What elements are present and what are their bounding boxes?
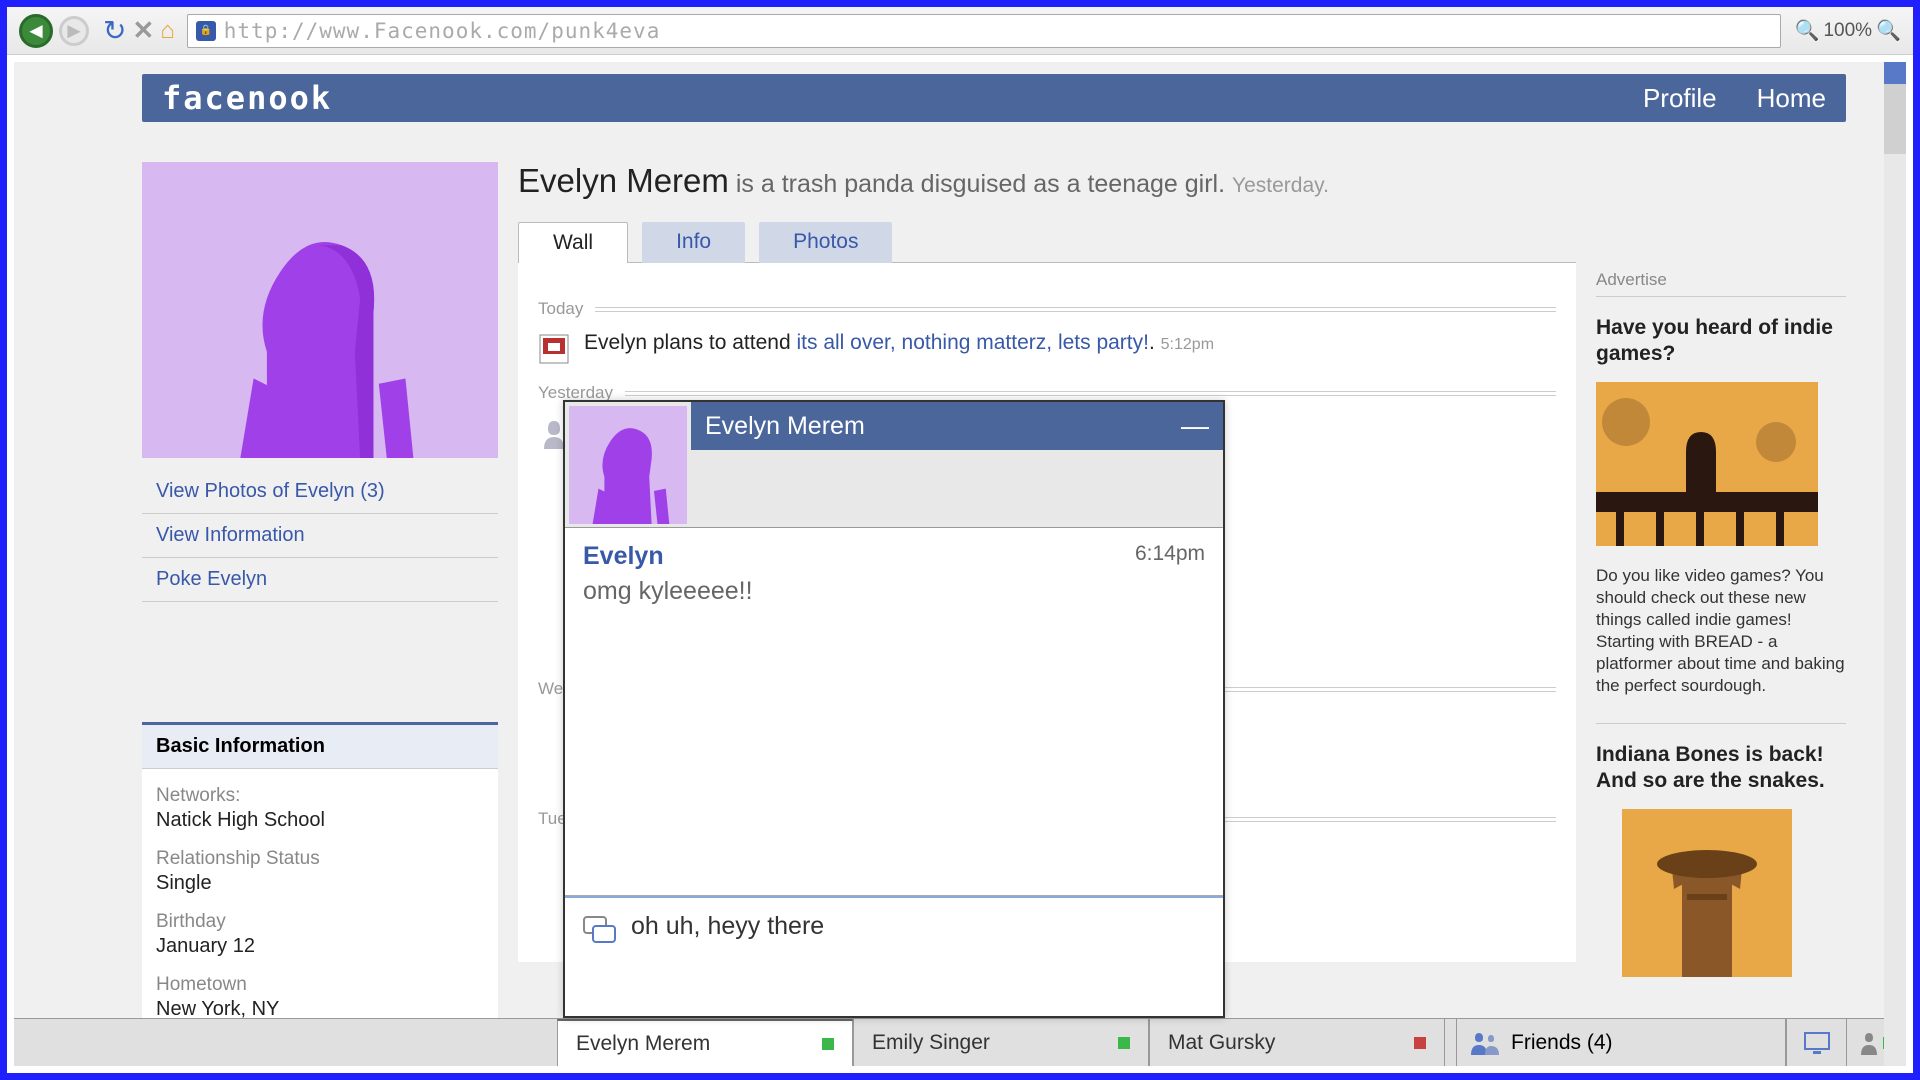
stop-button[interactable]: ✕ xyxy=(132,15,154,46)
profile-tabs: Wall Info Photos xyxy=(518,222,1576,263)
profile-avatar[interactable] xyxy=(142,162,498,458)
wall-post: Evelyn plans to attend its all over, not… xyxy=(538,331,1556,365)
left-column: View Photos of Evelyn (3) View Informati… xyxy=(142,122,498,1018)
chat-window: Evelyn Merem — Evelyn 6:14pm omg kyleeee… xyxy=(563,400,1225,1018)
day-separator-today: Today xyxy=(538,299,1556,319)
post-text: Evelyn plans to attend its all over, not… xyxy=(584,331,1214,355)
zoom-level: 100% xyxy=(1823,20,1872,42)
reload-button[interactable]: ↻ xyxy=(103,14,126,47)
networks-value: Natick High School xyxy=(156,809,484,832)
ad-block[interactable]: Indiana Bones is back! And so are the sn… xyxy=(1596,742,1846,982)
profile-status: is a trash panda disguised as a teenage … xyxy=(736,170,1225,198)
ad-body: Do you like video games? You should chec… xyxy=(1596,565,1846,698)
lock-icon: 🔒 xyxy=(196,21,216,41)
nav-home[interactable]: Home xyxy=(1757,83,1826,114)
birthday-value: January 12 xyxy=(156,935,484,958)
advertise-header: Advertise xyxy=(1596,270,1846,297)
chat-header: Evelyn Merem — xyxy=(565,402,1223,528)
back-button[interactable]: ◄ xyxy=(19,14,53,48)
networks-label: Networks: xyxy=(156,785,484,807)
person-icon xyxy=(1859,1031,1879,1055)
hometown-label: Hometown xyxy=(156,974,484,996)
forward-button: ► xyxy=(59,16,89,46)
ad-image-icon xyxy=(1622,809,1792,977)
profile-name[interactable]: Evelyn Merem xyxy=(518,162,729,199)
scrollbar[interactable] xyxy=(1884,62,1906,1066)
bottom-bar: Evelyn Merem Emily Singer Mat Gursky Fri… xyxy=(14,1018,1906,1066)
url-bar[interactable]: 🔒 http://www.Facenook.com/punk4eva xyxy=(187,14,1781,48)
right-column: Advertise Have you heard of indie games?… xyxy=(1576,122,1846,1018)
ad-image-icon xyxy=(1596,382,1818,546)
friends-icon xyxy=(1471,1031,1499,1055)
friends-tab[interactable]: Friends (4) xyxy=(1456,1019,1786,1066)
minimize-icon[interactable]: — xyxy=(1181,410,1209,442)
page: facenook Profile Home View Photos of Eve… xyxy=(14,62,1906,1066)
status-dot-online-icon xyxy=(822,1038,834,1050)
ad-title: Indiana Bones is back! And so are the sn… xyxy=(1596,742,1846,795)
avatar-silhouette-icon xyxy=(160,192,480,458)
chat-message: omg kyleeeee!! xyxy=(583,577,1205,606)
status-dot-online-icon xyxy=(1118,1037,1130,1049)
tab-photos[interactable]: Photos xyxy=(759,222,892,263)
event-link[interactable]: its all over, nothing matterz, lets part… xyxy=(796,331,1149,354)
logo[interactable]: facenook xyxy=(162,79,332,117)
speech-bubble-icon xyxy=(583,916,617,946)
home-button[interactable]: ⌂ xyxy=(160,17,175,45)
relationship-label: Relationship Status xyxy=(156,848,484,870)
zoom-controls: 🔍 100% 🔍 xyxy=(1795,18,1901,43)
basic-info-body: Networks: Natick High School Relationshi… xyxy=(142,769,498,1021)
chat-input-text: oh uh, heyy there xyxy=(631,912,824,1002)
scroll-thumb[interactable] xyxy=(1884,84,1906,154)
site-header: facenook Profile Home xyxy=(142,74,1846,122)
chat-msg-time: 6:14pm xyxy=(1135,542,1205,566)
birthday-label: Birthday xyxy=(156,911,484,933)
tab-wall[interactable]: Wall xyxy=(518,222,628,263)
chat-tab-emily[interactable]: Emily Singer xyxy=(853,1019,1149,1066)
zoom-in-icon[interactable]: 🔍 xyxy=(1876,18,1901,43)
profile-status-time: Yesterday. xyxy=(1232,174,1329,197)
calendar-icon xyxy=(538,333,570,365)
chat-tab-evelyn[interactable]: Evelyn Merem xyxy=(557,1019,853,1066)
chat-input[interactable]: oh uh, heyy there xyxy=(565,896,1223,1016)
ad-block[interactable]: Have you heard of indie games? Do you li… xyxy=(1596,315,1846,697)
tab-info[interactable]: Info xyxy=(642,222,745,263)
monitor-icon xyxy=(1803,1031,1831,1055)
scroll-up-button[interactable] xyxy=(1884,62,1906,84)
nav-profile[interactable]: Profile xyxy=(1643,83,1717,114)
monitor-icon-tab[interactable] xyxy=(1786,1019,1846,1066)
url-text: http://www.Facenook.com/punk4eva xyxy=(224,19,1772,43)
chat-title: Evelyn Merem xyxy=(705,412,865,441)
browser-toolbar: ◄ ► ↻ ✕ ⌂ 🔒 http://www.Facenook.com/punk… xyxy=(7,7,1913,55)
relationship-value: Single xyxy=(156,872,484,895)
status-dot-busy-icon xyxy=(1414,1037,1426,1049)
status-line: Evelyn Merem is a trash panda disguised … xyxy=(518,162,1576,200)
chat-avatar[interactable] xyxy=(569,406,687,524)
basic-info-header: Basic Information xyxy=(142,722,498,769)
link-poke[interactable]: Poke Evelyn xyxy=(142,558,498,602)
avatar-silhouette-icon xyxy=(569,406,687,524)
ad-title: Have you heard of indie games? xyxy=(1596,315,1846,368)
chat-sender-name[interactable]: Evelyn xyxy=(583,542,664,570)
chat-tab-mat[interactable]: Mat Gursky xyxy=(1149,1019,1445,1066)
post-time: 5:12pm xyxy=(1161,336,1214,353)
chat-body: Evelyn 6:14pm omg kyleeeee!! xyxy=(565,528,1223,620)
link-view-photos[interactable]: View Photos of Evelyn (3) xyxy=(142,470,498,514)
chat-titlebar[interactable]: Evelyn Merem — xyxy=(691,402,1223,450)
link-view-info[interactable]: View Information xyxy=(142,514,498,558)
zoom-out-icon[interactable]: 🔍 xyxy=(1795,18,1820,43)
